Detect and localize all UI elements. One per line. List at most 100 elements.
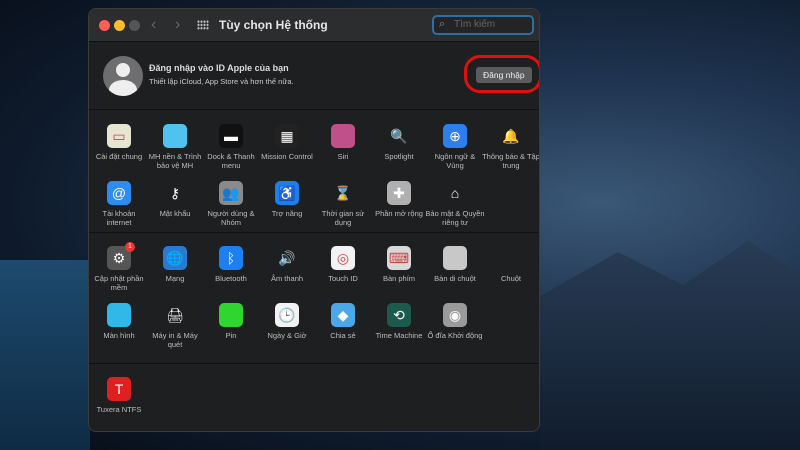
language-region-icon: ⊕ bbox=[443, 124, 467, 148]
window-title: Tùy chọn Hệ thống bbox=[219, 18, 328, 32]
pref-label: Cập nhật phần mềm bbox=[89, 274, 149, 292]
trackpad-icon bbox=[443, 246, 467, 270]
pref-label: Máy in & Máy quét bbox=[145, 331, 205, 349]
pref-sharing[interactable]: ◆ Chia sẻ bbox=[313, 303, 373, 340]
system-preferences-window: ‹ › Tùy chọn Hệ thống ⌕ Tìm kiếm Đăng nhậ… bbox=[88, 8, 540, 432]
pref-label: Bàn di chuột bbox=[425, 274, 485, 283]
apple-id-section: Đăng nhập vào ID Apple của bạn Thiết lập… bbox=[89, 42, 539, 110]
forward-button[interactable]: › bbox=[175, 16, 180, 34]
passwords-icon: ⚷ bbox=[163, 181, 187, 205]
title-bar: ‹ › Tùy chọn Hệ thống ⌕ Tìm kiếm bbox=[89, 9, 539, 42]
minimize-button[interactable] bbox=[114, 20, 125, 31]
pref-label: Ổ đĩa Khởi động bbox=[425, 331, 485, 340]
pref-label: Time Machine bbox=[369, 331, 429, 340]
apple-id-title: Đăng nhập vào ID Apple của bạn bbox=[149, 63, 289, 73]
pref-extensions[interactable]: ✚Phần mở rộng bbox=[369, 181, 429, 218]
pref-label: Ngày & Giờ bbox=[257, 331, 317, 340]
pref-label: Chia sẻ bbox=[313, 331, 373, 340]
pref-label: Chuột bbox=[481, 274, 540, 283]
notifications-icon: 🔔 bbox=[499, 124, 523, 148]
software-update-icon: ⚙1 bbox=[107, 246, 131, 270]
pref-label: Tài khoản internet bbox=[89, 209, 149, 227]
pref-printers-scanners[interactable]: 🖨 Máy in & Máy quét bbox=[145, 303, 205, 349]
pref-label: Spotlight bbox=[369, 152, 429, 161]
pref-passwords[interactable]: ⚷ Mật khẩu bbox=[145, 181, 205, 218]
pref-software-update[interactable]: ⚙1 Cập nhật phần mềm bbox=[89, 246, 149, 292]
pref-general[interactable]: ▭Cài đặt chung bbox=[89, 124, 149, 161]
sharing-icon: ◆ bbox=[331, 303, 355, 327]
pref-label: Màn hình bbox=[89, 331, 149, 340]
show-all-grid-icon[interactable] bbox=[197, 20, 209, 30]
avatar bbox=[103, 56, 143, 96]
pref-bluetooth[interactable]: ᛒ Bluetooth bbox=[201, 246, 261, 283]
pref-users-groups[interactable]: 👥Người dùng & Nhóm bbox=[201, 181, 261, 227]
pref-touch-id[interactable]: ◎ Touch ID bbox=[313, 246, 373, 283]
pref-accessibility[interactable]: ♿ Trợ năng bbox=[257, 181, 317, 218]
pref-label: Bluetooth bbox=[201, 274, 261, 283]
bluetooth-icon: ᛒ bbox=[219, 246, 243, 270]
pref-label: Tuxera NTFS bbox=[89, 405, 149, 414]
pref-label: Bàn phím bbox=[369, 274, 429, 283]
pref-dock[interactable]: ▬Dock & Thanh menu bbox=[201, 124, 261, 170]
displays-icon bbox=[107, 303, 131, 327]
startup-disk-icon: ◉ bbox=[443, 303, 467, 327]
pref-label: Mật khẩu bbox=[145, 209, 205, 218]
prefs-section-other: T Tuxera NTFS bbox=[89, 364, 540, 432]
pref-label: Trợ năng bbox=[257, 209, 317, 218]
touch-id-icon: ◎ bbox=[331, 246, 355, 270]
siri-icon bbox=[331, 124, 355, 148]
pref-desktop-screensaver[interactable]: MH nền & Trình bảo vệ MH bbox=[145, 124, 205, 170]
accessibility-icon: ♿ bbox=[275, 181, 299, 205]
prefs-section-personal: ▭Cài đặt chungMH nền & Trình bảo vệ MH▬D… bbox=[89, 111, 540, 233]
pref-notifications[interactable]: 🔔Thông báo & Tập trung bbox=[481, 124, 540, 170]
pref-label: Pin bbox=[201, 331, 261, 340]
mouse-icon bbox=[499, 246, 523, 270]
pref-tuxera-ntfs[interactable]: T Tuxera NTFS bbox=[89, 377, 149, 414]
pref-startup-disk[interactable]: ◉ Ổ đĩa Khởi động bbox=[425, 303, 485, 340]
pref-keyboard[interactable]: ⌨ Bàn phím bbox=[369, 246, 429, 283]
tuxera-ntfs-icon: T bbox=[107, 377, 131, 401]
date-time-icon: 🕒 bbox=[275, 303, 299, 327]
security-privacy-icon: ⌂ bbox=[443, 181, 467, 205]
general-icon: ▭ bbox=[107, 124, 131, 148]
battery-icon bbox=[219, 303, 243, 327]
zoom-button[interactable] bbox=[129, 20, 140, 31]
pref-date-time[interactable]: 🕒 Ngày & Giờ bbox=[257, 303, 317, 340]
search-icon: ⌕ bbox=[439, 18, 445, 31]
pref-label: Siri bbox=[313, 152, 373, 161]
apple-id-subtitle: Thiết lập iCloud, App Store và hơn thế n… bbox=[149, 77, 294, 86]
pref-label: Phần mở rộng bbox=[369, 209, 429, 218]
pref-displays[interactable]: Màn hình bbox=[89, 303, 149, 340]
network-icon: 🌐 bbox=[163, 246, 187, 270]
screen-time-icon: ⌛ bbox=[331, 181, 355, 205]
mission-control-icon: ▦ bbox=[275, 124, 299, 148]
sound-icon: 🔊 bbox=[275, 246, 299, 270]
pref-label: Mạng bbox=[145, 274, 205, 283]
search-placeholder: Tìm kiếm bbox=[454, 19, 495, 30]
pref-screen-time[interactable]: ⌛Thời gian sử dụng bbox=[313, 181, 373, 227]
pref-label: Dock & Thanh menu bbox=[201, 152, 261, 170]
keyboard-icon: ⌨ bbox=[387, 246, 411, 270]
internet-accounts-icon: @ bbox=[107, 181, 131, 205]
pref-sound[interactable]: 🔊Âm thanh bbox=[257, 246, 317, 283]
search-input[interactable]: ⌕ Tìm kiếm bbox=[432, 15, 534, 35]
pref-mouse[interactable]: Chuột bbox=[481, 246, 540, 283]
pref-label: Ngôn ngữ & Vùng bbox=[425, 152, 485, 170]
pref-internet-accounts[interactable]: @ Tài khoản internet bbox=[89, 181, 149, 227]
pref-language-region[interactable]: ⊕ Ngôn ngữ & Vùng bbox=[425, 124, 485, 170]
pref-mission-control[interactable]: ▦Mission Control bbox=[257, 124, 317, 161]
pref-network[interactable]: 🌐 Mạng bbox=[145, 246, 205, 283]
prefs-section-hardware: ⚙1 Cập nhật phần mềm 🌐 Mạng ᛒ Bluetooth🔊Âm th… bbox=[89, 233, 540, 364]
pref-time-machine[interactable]: ⟲Time Machine bbox=[369, 303, 429, 340]
pref-security-privacy[interactable]: ⌂ Bảo mật & Quyền riêng tư bbox=[425, 181, 485, 227]
pref-siri[interactable]: Siri bbox=[313, 124, 373, 161]
pref-label: Người dùng & Nhóm bbox=[201, 209, 261, 227]
pref-battery[interactable]: Pin bbox=[201, 303, 261, 340]
pref-trackpad[interactable]: Bàn di chuột bbox=[425, 246, 485, 283]
pref-label: Touch ID bbox=[313, 274, 373, 283]
printers-scanners-icon: 🖨 bbox=[163, 303, 187, 327]
back-button[interactable]: ‹ bbox=[151, 16, 156, 34]
pref-spotlight[interactable]: 🔍Spotlight bbox=[369, 124, 429, 161]
pref-label: Bảo mật & Quyền riêng tư bbox=[425, 209, 485, 227]
close-button[interactable] bbox=[99, 20, 110, 31]
